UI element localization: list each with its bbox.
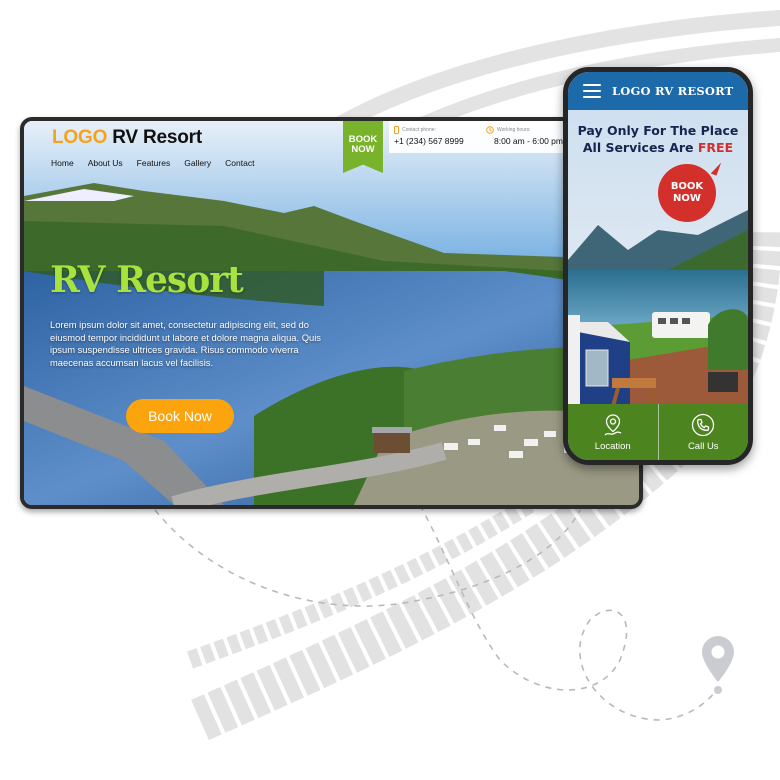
- working-hours: Working hours: 8:00 am - 6:00 pm: [486, 126, 563, 146]
- call-us-label: Call Us: [687, 440, 719, 452]
- nav-gallery[interactable]: Gallery: [184, 158, 211, 168]
- hero-description: Lorem ipsum dolor sit amet, consectetur …: [50, 319, 321, 368]
- main-nav: Home About Us Features Gallery Contact: [51, 158, 254, 168]
- phone-logo[interactable]: LOGO RV RESORT: [612, 84, 733, 98]
- headline-free: FREE: [697, 140, 734, 155]
- phone-footer: Location Call Us: [568, 404, 748, 460]
- clock-icon: [486, 126, 494, 134]
- headline-line-2: All Services Are FREE: [568, 139, 748, 156]
- phone-mockup: LOGO RV RESORT Pay Only For The Place Al…: [563, 67, 753, 465]
- logo-accent: LOGO: [52, 127, 108, 148]
- contact-phone-label: Contact phone:: [402, 127, 436, 133]
- nav-home[interactable]: Home: [51, 158, 74, 168]
- phone-header: LOGO RV RESORT: [568, 72, 748, 110]
- book-now-bubble-button[interactable]: BOOK NOW: [658, 164, 716, 222]
- working-hours-value: 8:00 am - 6:00 pm: [494, 136, 563, 146]
- contact-phone-number[interactable]: +1 (234) 567 8999: [394, 136, 464, 146]
- hero-landscape-image: [24, 121, 639, 505]
- headline-prefix: All Services Are: [582, 140, 698, 155]
- desktop-mockup: LOGO RV Resort Home About Us Features Ga…: [20, 117, 643, 509]
- bubble-line-2: NOW: [673, 193, 701, 204]
- working-hours-label: Working hours:: [497, 127, 531, 133]
- map-pin-decoration-icon: [702, 636, 734, 694]
- ribbon-line-2: NOW: [351, 144, 375, 155]
- call-us-button[interactable]: Call Us: [657, 404, 749, 460]
- location-button[interactable]: Location: [568, 404, 658, 460]
- logo-text: RV Resort: [112, 127, 202, 148]
- location-label: Location: [594, 440, 631, 452]
- mobile-phone-icon: [394, 126, 399, 134]
- book-now-button[interactable]: Book Now: [126, 399, 234, 433]
- site-logo[interactable]: LOGO RV Resort: [52, 127, 202, 149]
- contact-phone: Contact phone: +1 (234) 567 8999: [394, 126, 464, 146]
- hero-title: RV Resort: [50, 259, 244, 301]
- bubble-line-1: BOOK: [670, 181, 704, 192]
- map-pin-icon: [604, 413, 622, 435]
- hamburger-menu-icon[interactable]: [583, 83, 601, 99]
- headline-line-1: Pay Only For The Place: [577, 123, 739, 138]
- nav-contact[interactable]: Contact: [225, 158, 254, 168]
- phone-headline: Pay Only For The Place All Services Are …: [568, 122, 748, 156]
- phone-icon: [692, 413, 715, 436]
- nav-features[interactable]: Features: [137, 158, 171, 168]
- nav-about-us[interactable]: About Us: [88, 158, 123, 168]
